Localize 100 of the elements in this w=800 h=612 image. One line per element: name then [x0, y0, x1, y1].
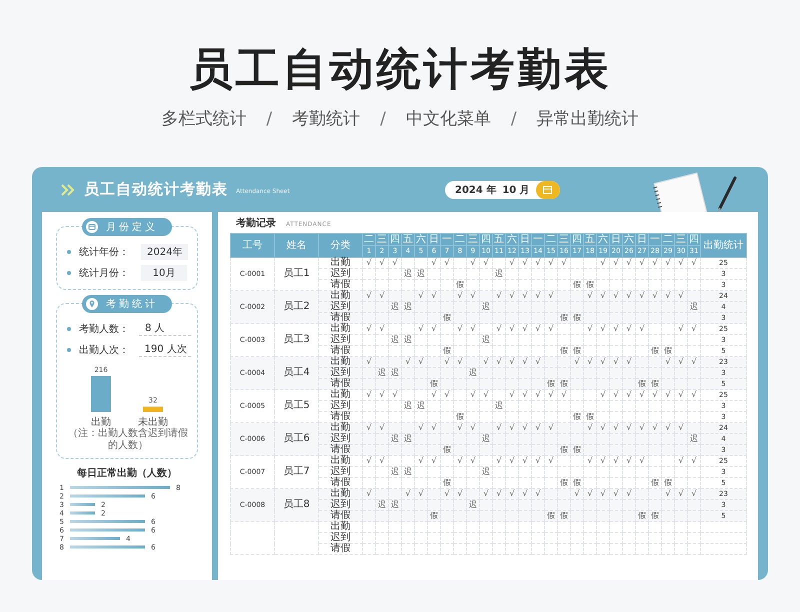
attendance-mark: √ — [532, 390, 544, 400]
field-label: 出勤人次： — [78, 344, 130, 356]
category-cell: 出勤 — [318, 390, 362, 400]
attendance-mark: √ — [362, 258, 376, 268]
field-value: 10月 — [141, 264, 187, 280]
chart-note: （注：出勤人数含迟到请假的人数） — [67, 428, 189, 452]
attendance-mark: √ — [622, 324, 636, 334]
weekday-header: 三 — [558, 234, 570, 246]
weekday-header: 六 — [506, 234, 518, 246]
field-value: 2024年 — [141, 244, 188, 260]
attendance-mark: √ — [544, 390, 558, 400]
month-value: 10 月 — [502, 184, 530, 196]
pen-drawing — [716, 176, 738, 212]
attendance-mark: √ — [544, 324, 558, 334]
employee-name-cell: 员工2 — [274, 290, 318, 324]
bar — [70, 503, 95, 506]
sheet-title: 员工自动统计考勤表 — [84, 180, 228, 199]
calendar-icon — [543, 186, 552, 194]
calendar-icon — [86, 221, 98, 233]
attendance-mark: √ — [596, 390, 610, 400]
attendance-mark: 迟 — [492, 268, 506, 280]
attendance-mark: √ — [584, 324, 596, 334]
category-cell: 出勤 — [318, 258, 362, 268]
attendance-mark: √ — [636, 258, 648, 268]
attendance-mark: √ — [636, 324, 648, 334]
bar — [70, 512, 95, 514]
weekday-header: 五 — [402, 234, 414, 246]
attendance-mark: √ — [362, 390, 376, 400]
chart-title: 每日正常出勤（人数） — [76, 466, 178, 480]
weekday-header: 六 — [622, 234, 636, 246]
category-cell: 出勤 — [318, 324, 362, 334]
attendance-mark: √ — [518, 456, 532, 466]
category-cell: 出勤 — [318, 522, 362, 532]
year-value: 2024 年 — [455, 184, 496, 196]
bullet-dot — [67, 348, 71, 352]
category-cell: 请假 — [318, 312, 362, 324]
attendance-mark: √ — [610, 324, 622, 334]
weekday-header: 日 — [636, 234, 648, 246]
attendance-mark: 迟 — [402, 334, 414, 346]
field-label: 统计年份： — [79, 246, 130, 258]
calendar-button[interactable] — [536, 180, 560, 198]
category-cell: 迟到 — [318, 302, 362, 312]
weekday-header: 五 — [492, 234, 506, 246]
attendance-mark: 迟 — [414, 400, 428, 412]
section-title: 考勤记录 — [236, 216, 276, 230]
attendance-mark: √ — [636, 390, 648, 400]
bullet-dot — [67, 270, 71, 274]
category-cell: 出勤 — [318, 456, 362, 466]
attendance-mark: 迟 — [480, 334, 492, 346]
weekday-header: 三 — [466, 234, 480, 246]
attendance-mark: √ — [622, 390, 636, 400]
attendance-mark: √ — [596, 324, 610, 334]
attendance-mark: √ — [414, 456, 428, 466]
attendance-mark: √ — [636, 456, 648, 466]
attendance-mark: √ — [688, 324, 700, 334]
category-label: 未出勤 — [138, 417, 168, 428]
weekday-header: 四 — [388, 234, 402, 246]
attendance-mark: √ — [492, 456, 506, 466]
attendance-mark: √ — [466, 456, 480, 466]
attendance-mark: √ — [466, 258, 480, 268]
category-cell: 出勤 — [318, 422, 362, 434]
attendance-mark: √ — [610, 390, 622, 400]
attendance-mark: √ — [622, 258, 636, 268]
page-title: 员工自动统计考勤表 — [188, 44, 612, 96]
attendance-mark: √ — [466, 390, 480, 400]
attendance-mark: 迟 — [402, 400, 414, 412]
attendance-mark: √ — [362, 324, 376, 334]
attendance-mark: √ — [428, 456, 440, 466]
feature-label: 多栏式统计 — [161, 108, 246, 130]
attendance-mark: √ — [532, 258, 544, 268]
attendance-mark: √ — [480, 258, 492, 268]
attendance-mark: √ — [428, 390, 440, 400]
attendance-mark: √ — [518, 258, 532, 268]
location-pin-icon — [86, 298, 98, 310]
weekday-header: 四 — [688, 234, 700, 246]
weekday-header: 二 — [362, 234, 376, 246]
attendance-mark: √ — [466, 324, 480, 334]
weekday-header: 日 — [610, 234, 622, 246]
attendance-mark: √ — [648, 258, 662, 268]
category-cell: 出勤 — [318, 290, 362, 302]
attendance-mark: √ — [648, 390, 662, 400]
attendance-mark: √ — [454, 324, 466, 334]
bullet-dot — [67, 326, 71, 330]
category-cell: 迟到 — [318, 268, 362, 280]
employee-name-cell: 员工4 — [274, 356, 318, 390]
weekday-header: 三 — [376, 234, 388, 246]
category-label: 出勤 — [91, 417, 111, 428]
separator: / — [266, 108, 272, 130]
weekday-header: 一 — [648, 234, 662, 246]
attendance-mark: √ — [558, 258, 570, 268]
category-cell: 迟到 — [318, 368, 362, 378]
category-cell: 迟到 — [318, 434, 362, 444]
attendance-mark: √ — [506, 258, 518, 268]
attendance-mark: √ — [662, 258, 674, 268]
weekday-header: 二 — [544, 234, 558, 246]
weekday-header: 六 — [414, 234, 428, 246]
column-header: 姓名 — [274, 234, 318, 258]
column-header: 工号 — [230, 234, 274, 258]
weekday-header: 二 — [662, 234, 674, 246]
bar — [70, 537, 120, 540]
